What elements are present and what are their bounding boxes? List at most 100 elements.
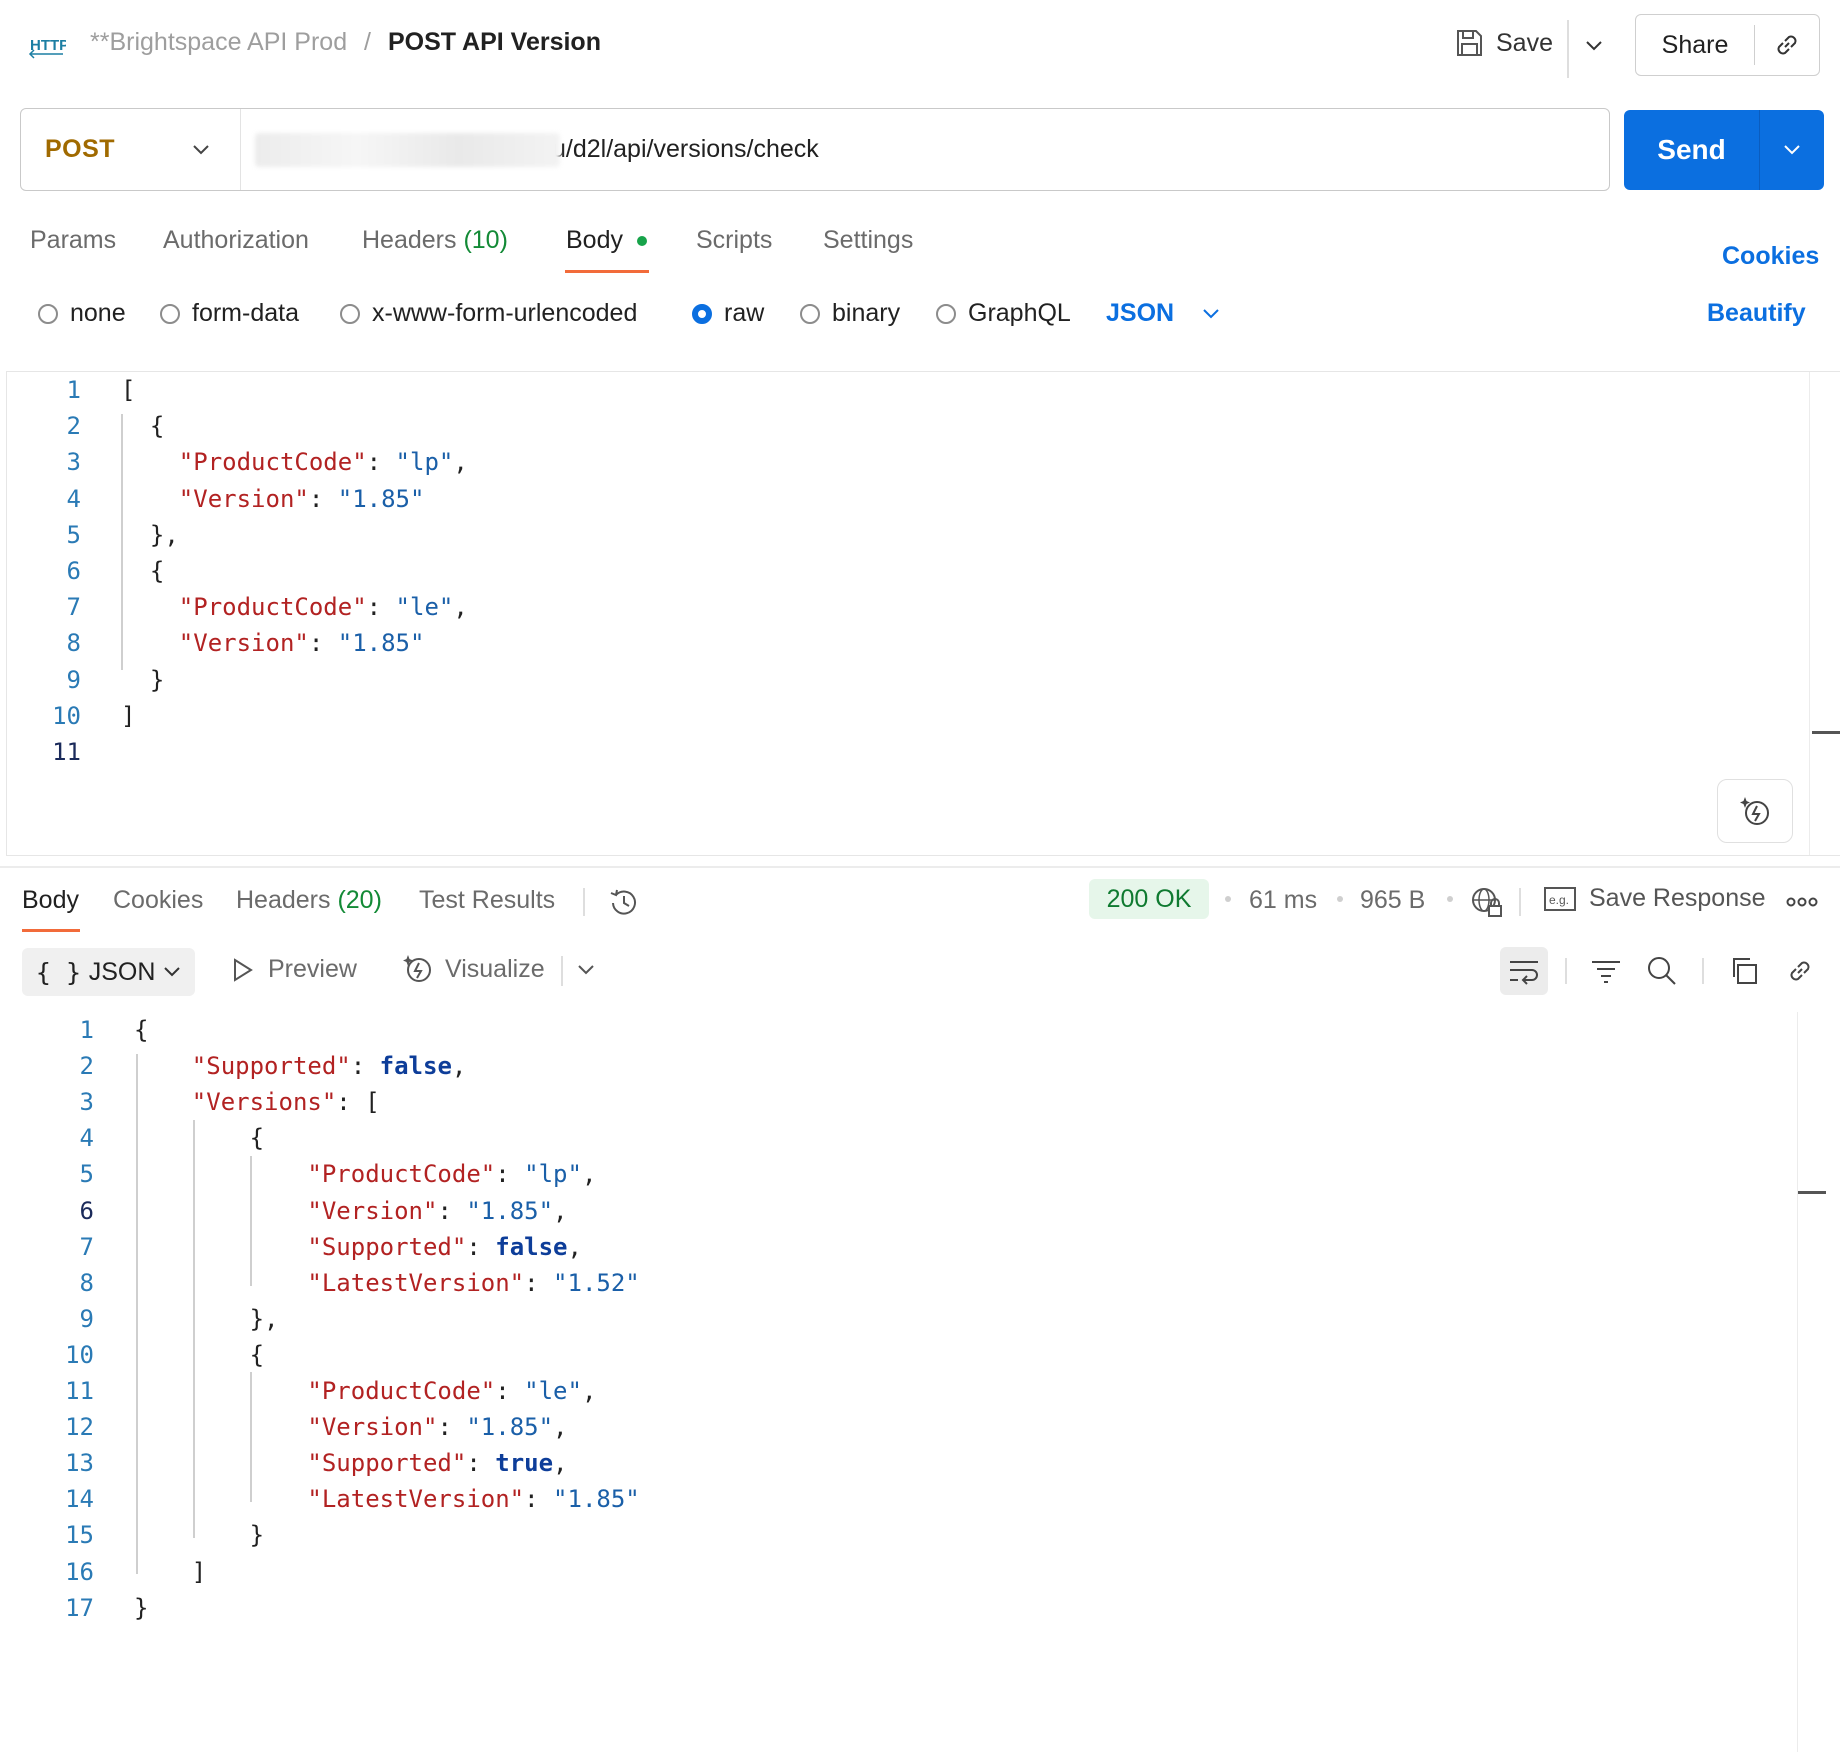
code-token: , bbox=[553, 1196, 568, 1225]
code-token: : bbox=[350, 1052, 380, 1081]
line-number: 2 bbox=[79, 1052, 94, 1081]
line-number: 6 bbox=[79, 1196, 94, 1225]
save-options-button[interactable] bbox=[1576, 28, 1612, 64]
tab-scripts[interactable]: Scripts bbox=[696, 226, 772, 255]
resp-tab-body[interactable]: Body bbox=[22, 886, 79, 915]
visualize-label: Visualize bbox=[445, 954, 545, 983]
line-number: 16 bbox=[65, 1557, 94, 1586]
response-time[interactable]: 61 ms bbox=[1249, 886, 1317, 915]
method-select[interactable]: POST bbox=[21, 109, 241, 190]
code-token: "1.52" bbox=[553, 1268, 640, 1297]
copy-link-button[interactable] bbox=[1755, 30, 1819, 60]
radio-binary[interactable]: binary bbox=[800, 299, 900, 328]
save-button[interactable]: Save bbox=[1454, 28, 1553, 58]
code-token: "ProductCode" bbox=[178, 448, 367, 477]
code-line: "Supported": true, bbox=[134, 1445, 567, 1481]
line-number: 9 bbox=[79, 1304, 94, 1333]
code-token: "1.85" bbox=[466, 1413, 554, 1442]
code-token: "Version" bbox=[178, 484, 309, 513]
code-token: "Supported" bbox=[191, 1052, 351, 1081]
response-format-select[interactable]: { } JSON bbox=[22, 948, 195, 996]
code-token: "lp" bbox=[524, 1160, 582, 1189]
share-button[interactable]: Share bbox=[1636, 25, 1755, 65]
code-token: , bbox=[553, 1413, 568, 1442]
save-response-button[interactable]: e.g. Save Response bbox=[1543, 884, 1766, 913]
code-line: { bbox=[134, 1120, 264, 1156]
history-icon bbox=[610, 889, 636, 915]
code-line: "LatestVersion": "1.52" bbox=[134, 1265, 640, 1301]
code-token: : bbox=[524, 1485, 554, 1514]
send-button[interactable]: Send bbox=[1624, 110, 1760, 190]
code-line: { bbox=[134, 1012, 148, 1048]
preview-button[interactable]: Preview bbox=[232, 955, 357, 984]
cookies-link[interactable]: Cookies bbox=[1722, 242, 1819, 271]
code-line: "ProductCode": "le", bbox=[134, 1373, 596, 1409]
code-token: "Version" bbox=[178, 629, 309, 658]
code-token: : bbox=[524, 1268, 554, 1297]
filter-button[interactable] bbox=[1586, 951, 1626, 991]
tab-body[interactable]: Body bbox=[566, 226, 647, 255]
resp-tab-test-results[interactable]: Test Results bbox=[419, 886, 555, 915]
network-info-button[interactable] bbox=[1466, 882, 1506, 922]
response-size[interactable]: 965 B bbox=[1360, 886, 1425, 915]
code-token: { bbox=[121, 557, 165, 585]
radio-graphql[interactable]: GraphQL bbox=[936, 299, 1071, 328]
tab-settings[interactable]: Settings bbox=[823, 226, 913, 255]
code-token: , bbox=[453, 448, 468, 477]
url-bar: POST u/d2l/api/versions/check bbox=[20, 108, 1610, 191]
code-token: "LatestVersion" bbox=[307, 1268, 525, 1297]
search-button[interactable] bbox=[1642, 951, 1682, 991]
send-options-button[interactable] bbox=[1760, 144, 1824, 156]
code-token: false bbox=[495, 1232, 568, 1261]
resp-tab-headers-label: Headers bbox=[236, 886, 331, 914]
tab-params[interactable]: Params bbox=[30, 226, 116, 255]
more-options-button[interactable] bbox=[1782, 884, 1822, 920]
radio-urlencoded[interactable]: x-www-form-urlencoded bbox=[340, 299, 637, 328]
radio-raw[interactable]: raw bbox=[692, 299, 764, 328]
radio-none[interactable]: none bbox=[38, 299, 126, 328]
copy-link-response-button[interactable] bbox=[1780, 951, 1820, 991]
scrollbar[interactable] bbox=[1809, 372, 1840, 855]
redacted-host bbox=[255, 132, 560, 167]
request-body-editor[interactable]: 1 [2 {3 "ProductCode": "lp", 4 "Version": … bbox=[6, 371, 1840, 856]
filter-icon bbox=[1592, 961, 1620, 983]
save-icon bbox=[1457, 30, 1482, 56]
request-title[interactable]: POST API Version bbox=[388, 28, 601, 56]
radio-circle bbox=[936, 303, 956, 324]
format-select[interactable]: JSON bbox=[1106, 299, 1220, 328]
code-token: : bbox=[466, 1232, 496, 1261]
tab-headers-count: (10) bbox=[463, 226, 508, 254]
code-token: } bbox=[134, 1521, 265, 1550]
save-response-label: Save Response bbox=[1589, 884, 1766, 912]
wrap-lines-button[interactable] bbox=[1500, 947, 1548, 995]
url-input[interactable]: u/d2l/api/versions/check bbox=[241, 132, 819, 167]
visualize-button[interactable]: Visualize bbox=[401, 952, 545, 986]
tab-headers[interactable]: Headers (10) bbox=[362, 226, 508, 255]
status-badge[interactable]: 200 OK bbox=[1089, 879, 1209, 919]
svg-text:HTTP: HTTP bbox=[30, 37, 66, 54]
line-number: 1 bbox=[79, 1016, 94, 1044]
code-token: : [ bbox=[336, 1088, 380, 1117]
line-number: 11 bbox=[65, 1377, 94, 1405]
resp-tab-headers[interactable]: Headers (20) bbox=[236, 886, 382, 915]
radio-form-data[interactable]: form-data bbox=[160, 299, 299, 328]
chevron-down-icon bbox=[1203, 308, 1219, 318]
scrollbar[interactable] bbox=[1797, 1012, 1840, 1752]
ai-assist-button[interactable] bbox=[1717, 779, 1793, 843]
history-button[interactable] bbox=[604, 883, 644, 923]
visualize-options-button[interactable] bbox=[570, 954, 602, 986]
tab-authorization[interactable]: Authorization bbox=[163, 226, 309, 255]
radio-form-data-label: form-data bbox=[192, 299, 299, 327]
resp-tab-cookies[interactable]: Cookies bbox=[113, 886, 203, 915]
line-number: 9 bbox=[66, 665, 81, 694]
copy-button[interactable] bbox=[1724, 951, 1764, 991]
line-number: 12 bbox=[65, 1413, 94, 1442]
collection-name[interactable]: **Brightspace API Prod bbox=[90, 28, 347, 56]
beautify-button[interactable]: Beautify bbox=[1707, 299, 1806, 328]
code-line: "Versions": [ bbox=[134, 1084, 380, 1120]
response-body-viewer[interactable]: 1{2 "Supported": false, 3 "Versions": [4 … bbox=[0, 1012, 1840, 1752]
